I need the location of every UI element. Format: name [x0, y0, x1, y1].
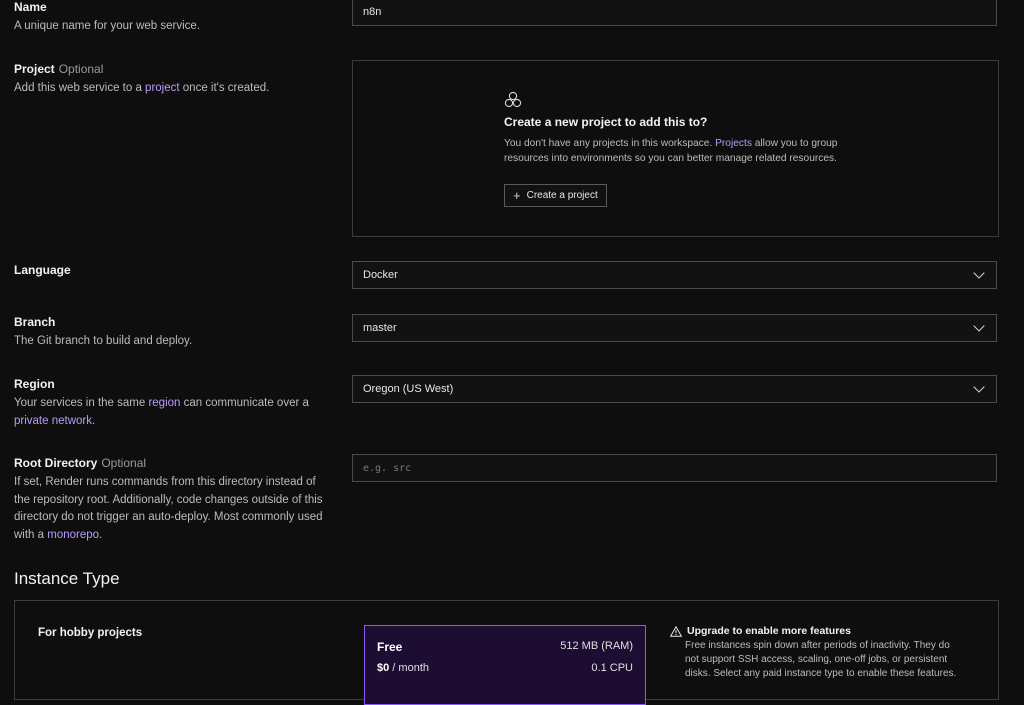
free-instance-price-period: / month	[389, 662, 429, 674]
upgrade-notice-title-text: Upgrade to enable more features	[687, 625, 851, 637]
root-directory-description: If set, Render runs commands from this d…	[14, 474, 326, 544]
name-input-value: n8n	[363, 6, 382, 18]
name-description: A unique name for your web service.	[14, 20, 201, 32]
monorepo-link[interactable]: monorepo	[47, 529, 99, 541]
projects-icon	[504, 91, 522, 108]
branch-description: The Git branch to build and deploy.	[14, 335, 193, 347]
free-instance-cpu: 0.1 CPU	[591, 662, 633, 674]
root-directory-label-text: Root Directory	[14, 456, 98, 470]
hobby-projects-label: For hobby projects	[38, 627, 143, 639]
root-directory-input[interactable]: e.g. src	[352, 454, 997, 482]
free-instance-price-amount: $0	[377, 662, 390, 674]
root-directory-optional-tag: Optional	[101, 456, 147, 470]
free-instance-name: Free	[377, 640, 403, 654]
branch-label: Branch	[14, 315, 56, 329]
create-project-label: Create a project	[526, 190, 598, 201]
instance-type-heading: Instance Type	[14, 569, 120, 588]
upgrade-notice-title: Upgrade to enable more features	[670, 625, 960, 637]
project-desc-text-end: once it's created.	[179, 82, 270, 94]
free-instance-ram: 512 MB (RAM)	[560, 640, 633, 652]
instance-type-panel: For hobby projects Free 512 MB (RAM) $0 …	[14, 600, 999, 705]
language-select[interactable]: Docker	[352, 261, 997, 289]
name-input[interactable]: n8n	[352, 0, 997, 26]
root-directory-placeholder: e.g. src	[363, 462, 412, 474]
chevron-down-icon	[973, 320, 985, 332]
private-network-link[interactable]: private network	[14, 415, 92, 427]
project-label-text: Project	[14, 62, 55, 76]
plus-icon: +	[513, 188, 521, 203]
project-empty-text: You don't have any projects in this work…	[504, 138, 716, 149]
region-link[interactable]: region	[148, 397, 180, 409]
warning-icon	[670, 625, 682, 637]
free-instance-price: $0 / month	[377, 662, 429, 674]
region-description: Your services in the same region can com…	[14, 395, 326, 430]
region-desc-text: Your services in the same	[14, 397, 149, 409]
region-select-value: Oregon (US West)	[363, 383, 454, 395]
upgrade-notice-description: Free instances spin down after periods o…	[685, 640, 957, 679]
project-empty-state: Create a new project to add this to? You…	[352, 60, 999, 237]
projects-link[interactable]: Projects	[715, 138, 752, 149]
root-directory-desc-text-end: .	[99, 528, 103, 541]
chevron-down-icon	[973, 267, 985, 279]
region-desc-text-end: .	[91, 414, 96, 427]
project-label: Project Optional	[14, 62, 103, 76]
free-instance-card[interactable]: Free 512 MB (RAM) $0 / month 0.1 CPU	[364, 625, 646, 705]
branch-select-value: master	[363, 322, 397, 334]
project-link[interactable]: project	[145, 82, 180, 94]
region-desc-text-mid: can communicate over a	[180, 397, 309, 409]
region-select[interactable]: Oregon (US West)	[352, 375, 997, 403]
chevron-down-icon	[973, 381, 985, 393]
name-label: Name	[14, 0, 47, 14]
root-directory-label: Root Directory Optional	[14, 456, 146, 470]
upgrade-notice: Upgrade to enable more features Free ins…	[670, 625, 960, 681]
project-desc-text: Add this web service to a	[14, 82, 146, 94]
language-select-value: Docker	[363, 269, 398, 281]
branch-select[interactable]: master	[352, 314, 997, 342]
create-project-button[interactable]: + Create a project	[504, 184, 607, 207]
region-label: Region	[14, 377, 55, 391]
project-empty-title: Create a new project to add this to?	[504, 115, 708, 129]
project-empty-description: You don't have any projects in this work…	[504, 137, 844, 166]
project-description: Add this web service to a project once i…	[14, 80, 326, 98]
language-label: Language	[14, 263, 71, 277]
project-optional-tag: Optional	[58, 62, 104, 76]
